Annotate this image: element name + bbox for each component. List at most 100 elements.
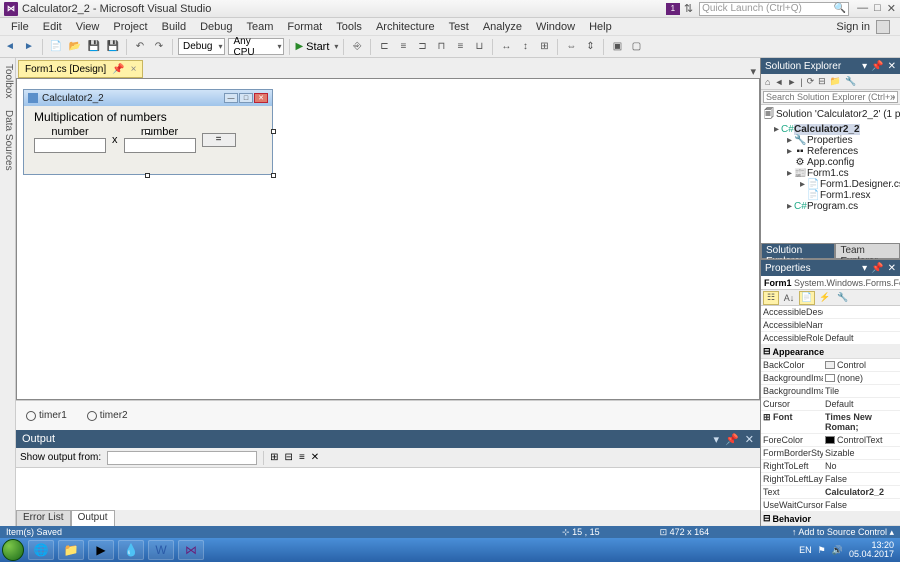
menu-build[interactable]: Build [155, 20, 193, 34]
se-showall-button[interactable]: 📁 [830, 76, 841, 87]
close-icon[interactable]: ✕ [745, 433, 754, 446]
align-center-button[interactable]: ≡ [395, 39, 411, 55]
menu-file[interactable]: File [4, 20, 36, 34]
tray-icon[interactable]: ⚑ [818, 545, 826, 556]
taskbar-word[interactable]: W [148, 540, 174, 560]
se-properties-button[interactable]: 🔧 [845, 76, 856, 87]
close-button[interactable]: ✕ [887, 2, 896, 15]
menu-edit[interactable]: Edit [36, 20, 69, 34]
tree-appconfig[interactable]: App.config [807, 157, 854, 168]
menu-debug[interactable]: Debug [193, 20, 239, 34]
props-alpha-button[interactable]: A↓ [781, 291, 797, 305]
panel-dropdown-icon[interactable]: ▾ [862, 61, 867, 72]
feedback-icon[interactable]: ⇅ [684, 2, 693, 15]
taskbar-media[interactable]: ▶ [88, 540, 114, 560]
output-source-dropdown[interactable] [107, 451, 257, 465]
pin-icon[interactable]: 📌 [871, 263, 883, 274]
align-right-button[interactable]: ⊐ [414, 39, 430, 55]
user-icon[interactable] [876, 20, 890, 34]
platform-dropdown[interactable]: Any CPU [228, 38, 284, 55]
size-height-button[interactable]: ↕ [517, 39, 533, 55]
data-sources-tab[interactable]: Data Sources [0, 108, 15, 173]
taskbar-app[interactable]: 💧 [118, 540, 144, 560]
menu-view[interactable]: View [69, 20, 107, 34]
menu-analyze[interactable]: Analyze [476, 20, 529, 34]
menu-team[interactable]: Team [240, 20, 281, 34]
se-home-button[interactable]: ⌂ [765, 77, 770, 87]
menu-architecture[interactable]: Architecture [369, 20, 442, 34]
tree-form1[interactable]: Form1.cs [807, 168, 849, 179]
signin-link[interactable]: Sign in [836, 21, 870, 33]
se-back-button[interactable]: ◄ [774, 77, 783, 87]
nav-forward-button[interactable]: ► [21, 39, 37, 55]
tab-error-list[interactable]: Error List [16, 510, 71, 526]
taskbar-explorer[interactable]: 📁 [58, 540, 84, 560]
tree-project[interactable]: Calculator2_2 [794, 124, 860, 135]
align-middle-button[interactable]: ≡ [452, 39, 468, 55]
output-tool-button[interactable]: ⊟ [285, 452, 293, 463]
output-body[interactable] [16, 468, 760, 510]
toolbox-tab[interactable]: Toolbox [0, 62, 15, 100]
close-icon[interactable]: ✕ [888, 263, 896, 274]
tree-references[interactable]: References [807, 146, 858, 157]
tree-program[interactable]: Program.cs [807, 201, 858, 212]
nav-back-button[interactable]: ◄ [2, 39, 18, 55]
taskbar-vs[interactable]: ⋈ [178, 540, 204, 560]
toolbar-btn[interactable]: ⎆ [349, 39, 365, 55]
taskbar-ie[interactable]: 🌐 [28, 540, 54, 560]
solution-tree[interactable]: 🗐Solution 'Calculator2_2' (1 project) ▸C… [761, 105, 900, 243]
bring-front-button[interactable]: ▣ [609, 39, 625, 55]
selection-handle[interactable] [271, 129, 276, 134]
menu-test[interactable]: Test [442, 20, 476, 34]
quick-launch-input[interactable]: Quick Launch (Ctrl+Q)🔍 [699, 2, 849, 16]
tab-team-explorer[interactable]: Team Explorer [835, 243, 900, 259]
redo-button[interactable]: ↷ [151, 39, 167, 55]
open-button[interactable]: 📂 [67, 39, 83, 55]
hspace-button[interactable]: ⇔ [563, 39, 579, 55]
start-orb[interactable] [2, 539, 24, 561]
config-dropdown[interactable]: Debug [178, 38, 225, 55]
size-width-button[interactable]: ↔ [498, 39, 514, 55]
close-icon[interactable]: ✕ [888, 61, 896, 72]
pin-icon[interactable]: 📌 [725, 433, 739, 446]
component-timer2[interactable]: timer2 [87, 410, 128, 421]
new-project-button[interactable]: 📄 [48, 39, 64, 55]
properties-object-selector[interactable]: Form1 System.Windows.Forms.Form [761, 276, 900, 290]
align-bottom-button[interactable]: ⊔ [471, 39, 487, 55]
menu-window[interactable]: Window [529, 20, 582, 34]
output-clear-button[interactable]: ✕ [311, 452, 319, 463]
lang-indicator[interactable]: EN [799, 545, 812, 555]
maximize-button[interactable]: □ [874, 2, 881, 15]
tree-form1-designer[interactable]: Form1.Designer.cs [820, 179, 900, 190]
menu-format[interactable]: Format [280, 20, 329, 34]
designer-surface[interactable]: Calculator2_2 — □ ✕ Multiplication of nu… [16, 78, 760, 400]
se-search-input[interactable] [763, 91, 898, 103]
minimize-button[interactable]: — [857, 2, 868, 15]
vspace-button[interactable]: ⇕ [582, 39, 598, 55]
pin-icon[interactable]: 📌 [112, 64, 124, 75]
pin-icon[interactable]: 📌 [871, 61, 883, 72]
align-left-button[interactable]: ⊏ [376, 39, 392, 55]
menu-project[interactable]: Project [106, 20, 154, 34]
save-button[interactable]: 💾 [86, 39, 102, 55]
align-top-button[interactable]: ⊓ [433, 39, 449, 55]
properties-grid[interactable]: AccessibleDescripti AccessibleName Acces… [761, 306, 900, 526]
tray-icon[interactable]: 🔊 [832, 545, 843, 556]
se-fwd-button[interactable]: ► [787, 77, 796, 87]
tab-dropdown-button[interactable]: ▾ [746, 65, 760, 78]
se-refresh-button[interactable]: ⟳ [807, 76, 815, 87]
selection-handle[interactable] [145, 129, 150, 134]
props-events-button[interactable]: ⚡ [817, 291, 833, 305]
props-properties-button[interactable]: 📄 [799, 291, 815, 305]
textbox-number1[interactable] [34, 138, 106, 153]
selection-handle[interactable] [271, 173, 276, 178]
se-collapse-button[interactable]: ⊟ [818, 76, 826, 87]
props-pages-button[interactable]: 🔧 [835, 291, 851, 305]
tree-form1-resx[interactable]: Form1.resx [820, 190, 871, 201]
taskbar-clock[interactable]: 13:20 05.04.2017 [849, 541, 894, 559]
menu-help[interactable]: Help [582, 20, 619, 34]
tab-solution-explorer[interactable]: Solution Explorer [761, 243, 835, 259]
save-all-button[interactable]: 💾 [105, 39, 121, 55]
tree-properties[interactable]: Properties [807, 135, 853, 146]
doc-tab-form1-design[interactable]: Form1.cs [Design] 📌 × [18, 60, 143, 78]
